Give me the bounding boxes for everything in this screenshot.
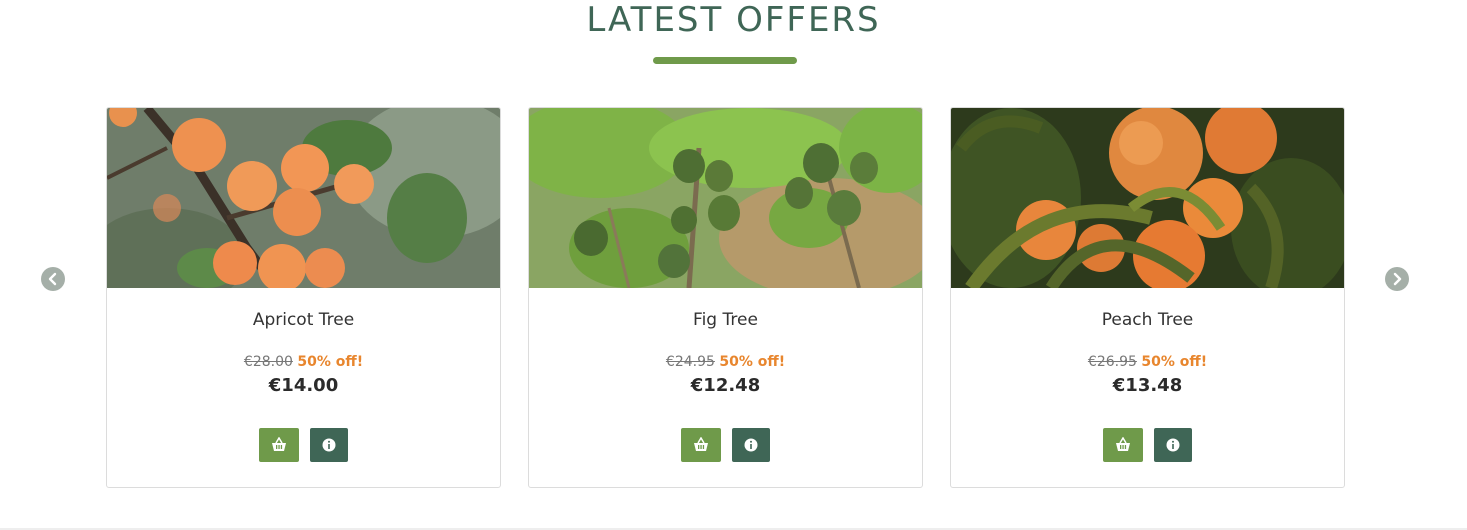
add-to-basket-button[interactable]: [259, 428, 299, 462]
chevron-right-icon: [1393, 272, 1402, 286]
product-info-button[interactable]: [732, 428, 770, 462]
discount-badge: 50% off!: [719, 354, 786, 370]
basket-icon: [1116, 437, 1130, 451]
sale-price: €14.00: [268, 375, 339, 396]
product-card: Peach Tree €26.95 50% off! €13.48: [950, 107, 1345, 488]
basket-icon: [272, 437, 286, 451]
add-to-basket-button[interactable]: [681, 428, 721, 462]
product-image[interactable]: [107, 108, 500, 288]
chevron-left-icon: [48, 272, 57, 286]
product-image[interactable]: [529, 108, 922, 288]
product-info-button[interactable]: [310, 428, 348, 462]
old-price: €26.95: [1087, 354, 1137, 370]
discount-badge: 50% off!: [1141, 354, 1208, 370]
title-underline: [653, 57, 797, 64]
product-name[interactable]: Apricot Tree: [107, 308, 500, 332]
add-to-basket-button[interactable]: [1103, 428, 1143, 462]
sale-price: €12.48: [690, 375, 761, 396]
product-name[interactable]: Peach Tree: [951, 308, 1344, 332]
price-line: €28.00 50% off!: [107, 353, 500, 371]
product-image[interactable]: [951, 108, 1344, 288]
apricot-tree-photo: [107, 108, 500, 288]
fig-tree-photo: [529, 108, 922, 288]
info-icon: [1166, 438, 1180, 452]
section-title: LATEST OFFERS: [586, 0, 881, 40]
info-icon: [744, 438, 758, 452]
old-price: €24.95: [665, 354, 715, 370]
discount-badge: 50% off!: [297, 354, 364, 370]
product-name[interactable]: Fig Tree: [529, 308, 922, 332]
carousel-next-button[interactable]: [1385, 267, 1409, 291]
price-line: €26.95 50% off!: [951, 353, 1344, 371]
basket-icon: [694, 437, 708, 451]
old-price: €28.00: [243, 354, 293, 370]
peach-tree-photo: [951, 108, 1344, 288]
sale-price: €13.48: [1112, 375, 1183, 396]
carousel-prev-button[interactable]: [41, 267, 65, 291]
price-line: €24.95 50% off!: [529, 353, 922, 371]
product-card: Apricot Tree €28.00 50% off! €14.00: [106, 107, 501, 488]
info-icon: [322, 438, 336, 452]
product-info-button[interactable]: [1154, 428, 1192, 462]
product-card: Fig Tree €24.95 50% off! €12.48: [528, 107, 923, 488]
